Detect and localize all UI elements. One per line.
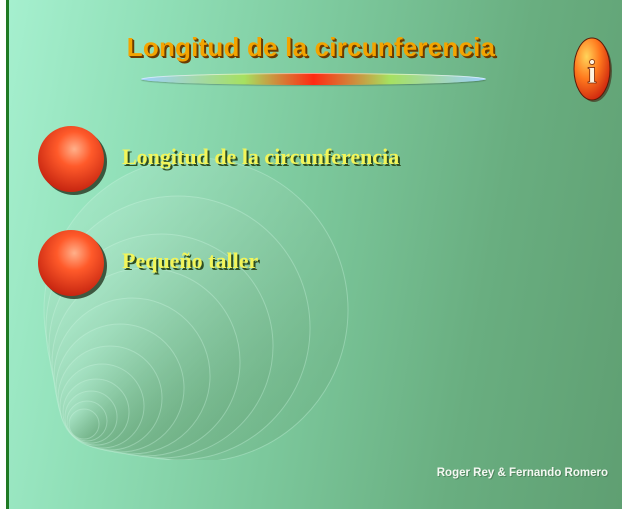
red-sphere-bullet-icon <box>38 230 107 299</box>
info-icon: i <box>573 37 612 102</box>
left-border-bar <box>6 0 9 509</box>
svg-text:i: i <box>587 54 596 91</box>
concentric-rings-decoration <box>43 157 349 460</box>
author-credits: Roger Rey & Fernando Romero <box>436 467 608 479</box>
page-title: Longitud de la circunferencia <box>126 32 496 62</box>
menu-item-label: Pequeño taller <box>122 248 259 273</box>
menu-item-label: Longitud de la circunferencia <box>122 144 400 169</box>
info-button[interactable]: i <box>573 37 613 103</box>
title-underline-bar <box>141 73 486 85</box>
red-sphere-bullet-icon <box>38 126 107 195</box>
slide: Longitud de la circunferencia i Longitud… <box>6 0 622 509</box>
menu-item-longitud[interactable]: Longitud de la circunferencia <box>36 124 476 198</box>
menu-item-taller[interactable]: Pequeño taller <box>36 228 336 302</box>
